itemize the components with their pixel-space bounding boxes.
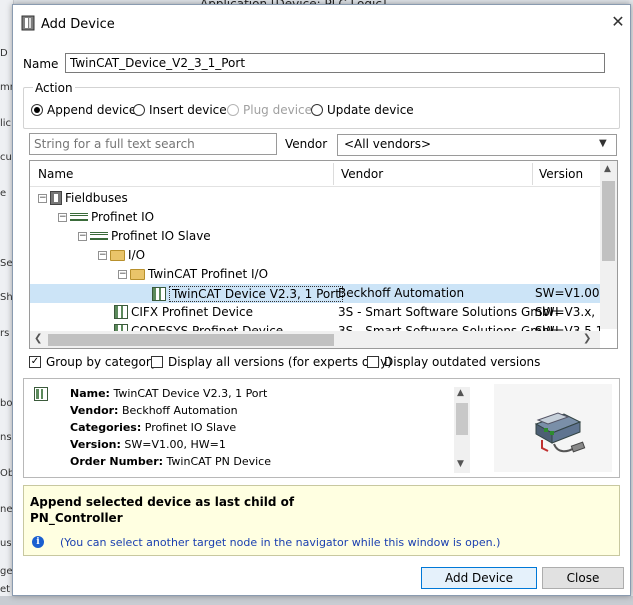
fieldbus-icon [50, 191, 62, 205]
device-icon [114, 305, 128, 319]
tree-row[interactable]: − TwinCAT Profinet I/O [30, 265, 600, 284]
radio-indicator [133, 104, 145, 116]
info-name-line: Name: TwinCAT Device V2.3, 1 Port [70, 387, 268, 400]
tree-row[interactable]: CIFX Profinet Device 3S - Smart Software… [30, 303, 608, 322]
scrollbar-thumb[interactable] [48, 334, 334, 346]
tree-row-selected[interactable]: TwinCAT Device V2.3, 1 Port Beckhoff Aut… [30, 284, 604, 303]
radio-label: Update device [327, 103, 414, 117]
plug-device-radio: Plug device [227, 103, 312, 117]
tree-item-label: I/O [128, 248, 146, 262]
tree-item-version: SW=V1.00, [535, 286, 604, 300]
tree-row[interactable]: − Profinet IO [30, 208, 600, 227]
info-categories-line: Categories: Profinet IO Slave [70, 421, 237, 434]
checkbox-indicator: ✓ [29, 356, 41, 368]
vendor-selected-value: <All vendors> [344, 137, 432, 151]
add-device-dialog: Add Device ✕ Name Action Append device I… [12, 4, 631, 596]
checkbox-indicator [151, 356, 163, 368]
collapse-icon[interactable]: − [118, 269, 127, 279]
scroll-up-icon[interactable]: ▲ [457, 388, 464, 398]
tree-item-label: CIFX Profinet Device [131, 305, 253, 319]
tree-row[interactable]: − Fieldbuses [30, 189, 600, 208]
background-app-statusbar [0, 596, 633, 605]
name-input[interactable] [65, 53, 605, 73]
action-legend: Action [33, 81, 75, 95]
scroll-up-icon[interactable]: ▲ [604, 164, 611, 174]
append-note: Append selected device as last child of … [23, 485, 620, 556]
network-device-icon [534, 412, 586, 453]
radio-indicator [31, 104, 43, 116]
update-device-radio[interactable]: Update device [311, 103, 414, 117]
scrollbar-thumb[interactable] [602, 181, 615, 261]
device-icon [152, 287, 166, 301]
radio-label: Append device [47, 103, 137, 117]
tree-item-label: Fieldbuses [65, 191, 128, 205]
device-icon [21, 15, 35, 31]
collapse-icon[interactable]: − [78, 231, 87, 241]
vendor-dropdown[interactable]: <All vendors> [337, 134, 617, 156]
collapse-icon[interactable]: − [98, 250, 107, 260]
info-icon: i [32, 536, 44, 548]
info-order-number-line: Order Number: TwinCAT PN Device [70, 455, 271, 468]
close-button[interactable]: Close [542, 567, 624, 589]
radio-indicator [311, 104, 323, 116]
display-all-versions-checkbox[interactable]: Display all versions (for experts only) [151, 355, 392, 369]
chevron-down-icon[interactable]: ▼ [599, 138, 607, 149]
column-divider[interactable] [532, 163, 533, 185]
tree-item-label: Profinet IO [91, 210, 155, 224]
scroll-right-icon[interactable]: ❯ [583, 333, 591, 344]
tree-item-vendor: Beckhoff Automation [338, 286, 465, 300]
checkbox-label: Group by category [46, 355, 158, 369]
insert-device-radio[interactable]: Insert device [133, 103, 227, 117]
device-tree[interactable]: Name Vendor Version − Fieldbuses − Profi… [29, 160, 618, 349]
dialog-titlebar[interactable]: Add Device ✕ [13, 5, 630, 41]
checkbox-label: Display outdated versions [384, 355, 541, 369]
note-title: Append selected device as last child of … [30, 495, 295, 525]
append-device-radio[interactable]: Append device [31, 103, 136, 117]
scrollbar-thumb[interactable] [456, 403, 468, 435]
group-by-category-checkbox[interactable]: ✓ Group by category [29, 355, 158, 369]
radio-indicator [227, 104, 239, 116]
name-label: Name [23, 57, 59, 71]
scroll-down-icon[interactable]: ▼ [457, 459, 464, 469]
tree-item-label: TwinCAT Device V2.3, 1 Port [169, 286, 343, 302]
checkbox-label: Display all versions (for experts only) [168, 355, 392, 369]
tree-item-version: SW=V3.x, H [535, 305, 608, 319]
dialog-title: Add Device [41, 17, 115, 32]
folder-icon [130, 268, 145, 280]
info-scrollbar[interactable]: ▲ ▼ [454, 387, 470, 473]
search-input[interactable] [29, 133, 277, 155]
note-hint: (You can select another target node in t… [60, 536, 501, 549]
column-header-name[interactable]: Name [38, 167, 73, 181]
device-icon [34, 387, 48, 401]
collapse-icon[interactable]: − [58, 212, 67, 222]
profinet-icon [90, 232, 108, 240]
tree-row[interactable]: − I/O [30, 246, 600, 265]
column-header-version[interactable]: Version [539, 167, 583, 181]
tree-row[interactable]: − Profinet IO Slave [30, 227, 600, 246]
tree-horizontal-scrollbar[interactable]: ❮ ❯ [30, 331, 600, 348]
column-header-vendor[interactable]: Vendor [341, 167, 383, 181]
tree-item-vendor: 3S - Smart Software Solutions GmbH [338, 305, 559, 319]
tree-item-label: Profinet IO Slave [111, 229, 211, 243]
info-version-line: Version: SW=V1.00, HW=1 [70, 438, 226, 451]
radio-label: Insert device [149, 103, 227, 117]
profinet-icon [70, 213, 88, 221]
folder-icon [110, 249, 125, 261]
close-icon[interactable]: ✕ [609, 13, 627, 31]
column-divider[interactable] [333, 163, 334, 185]
radio-label: Plug device [243, 103, 313, 117]
add-device-button[interactable]: Add Device [421, 567, 537, 589]
display-outdated-versions-checkbox[interactable]: Display outdated versions [367, 355, 540, 369]
device-image [494, 384, 612, 472]
collapse-icon[interactable]: − [38, 193, 47, 203]
info-vendor-line: Vendor: Beckhoff Automation [70, 404, 238, 417]
tree-vertical-scrollbar[interactable]: ▲ [600, 161, 617, 329]
tree-item-label: TwinCAT Profinet I/O [148, 267, 269, 281]
device-info-panel: Name: TwinCAT Device V2.3, 1 Port Vendor… [23, 378, 620, 478]
vendor-label: Vendor [285, 137, 328, 151]
scroll-left-icon[interactable]: ❮ [34, 333, 42, 344]
tree-header: Name Vendor Version [30, 161, 600, 187]
checkbox-indicator [367, 356, 379, 368]
